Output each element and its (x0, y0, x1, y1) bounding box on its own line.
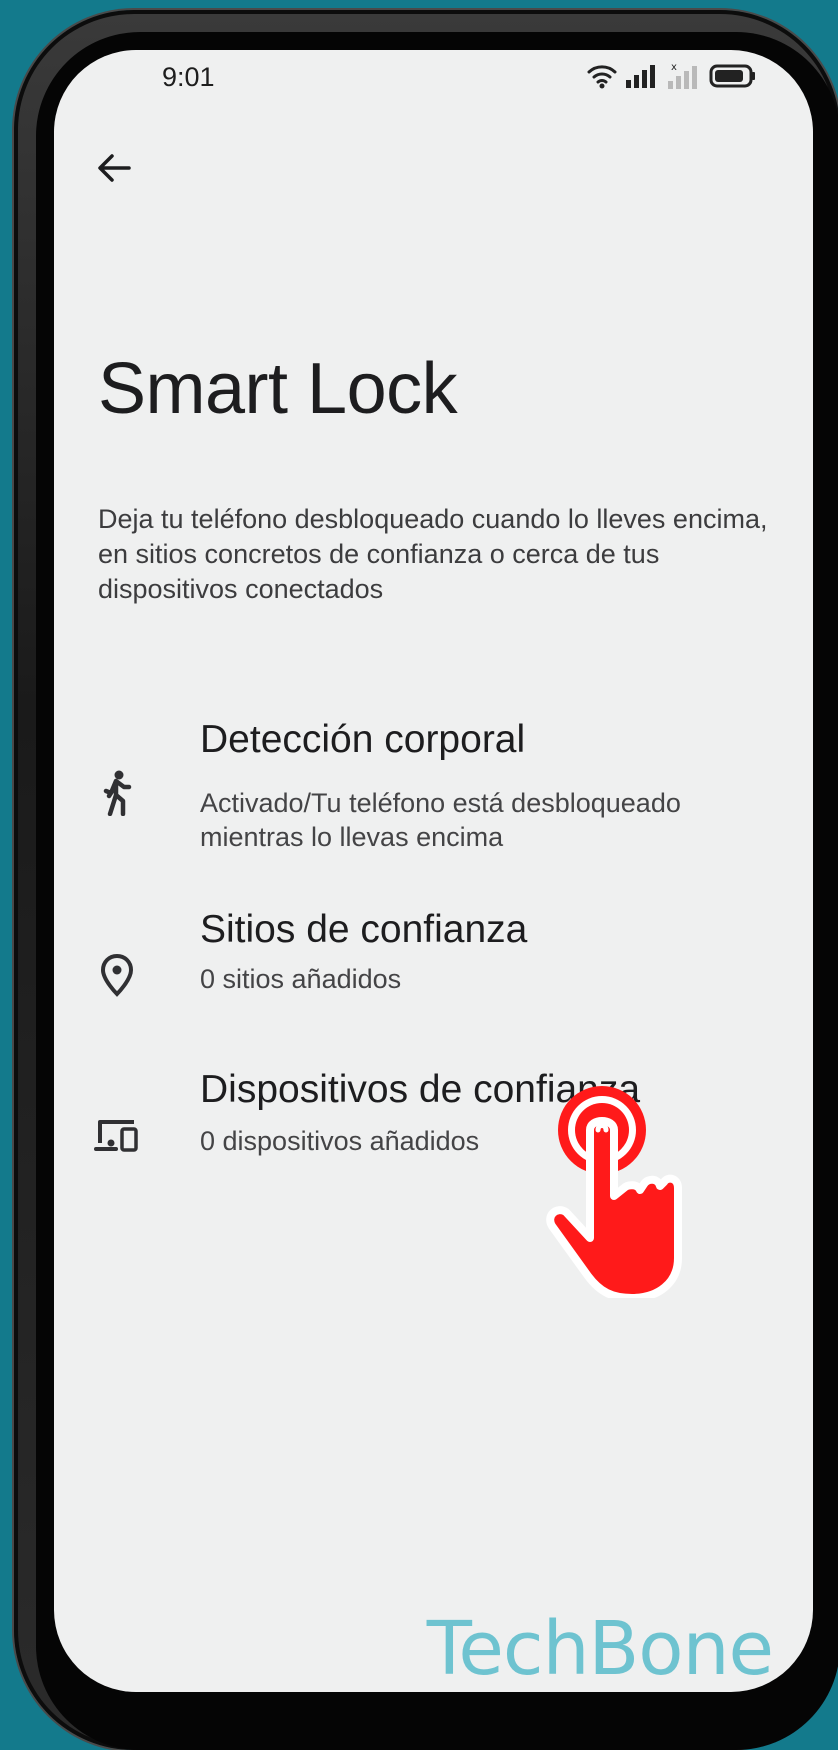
page-title: Smart Lock (98, 349, 458, 429)
setting-title: Sitios de confianza (200, 908, 528, 951)
battery-icon (709, 64, 755, 88)
back-button[interactable] (84, 138, 144, 198)
setting-trusted-places[interactable]: Sitios de confianza 0 sitios añadidos (54, 880, 813, 1000)
status-icons: x (587, 62, 757, 90)
signal-no-service-icon: x (668, 62, 697, 89)
setting-on-body-detection[interactable]: Detección corporal Activado/Tu teléfono … (54, 690, 813, 852)
status-time: 9:01 (162, 62, 215, 92)
devices-icon (94, 1112, 140, 1158)
phone-screen: 9:01 x Smart Lock Deja tu teléfono desbl… (54, 50, 813, 1692)
setting-subtitle: Activado/Tu teléfono está desbloqueado m… (200, 788, 681, 852)
signal-icon (626, 65, 655, 88)
page-description: Deja tu teléfono desbloqueado cuando lo … (98, 504, 768, 604)
tap-hand-icon (546, 1086, 682, 1298)
walking-person-icon (94, 770, 140, 816)
svg-text:x: x (671, 62, 677, 73)
setting-trusted-devices[interactable]: Dispositivos de confianza 0 dispositivos… (54, 1042, 813, 1162)
status-bar: 9:01 x (54, 50, 813, 110)
wifi-icon (587, 65, 617, 89)
watermark: TechBone (426, 1606, 774, 1692)
location-pin-icon (94, 952, 140, 998)
arrow-left-icon (98, 154, 131, 182)
setting-subtitle: 0 sitios añadidos (200, 964, 402, 994)
setting-title: Detección corporal (200, 718, 526, 761)
